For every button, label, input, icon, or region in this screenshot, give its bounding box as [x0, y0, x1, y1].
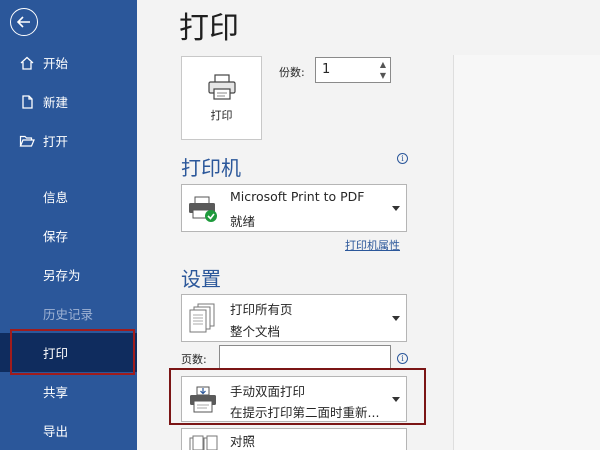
sidebar-item-share[interactable]: 共享: [0, 372, 137, 411]
print-button[interactable]: 打印: [181, 56, 262, 140]
printer-name: Microsoft Print to PDF: [230, 189, 365, 204]
duplex-line2: 在提示打印第二面时重新...: [230, 405, 380, 420]
copies-value[interactable]: 1: [322, 62, 330, 77]
sidebar-item-label: 开始: [43, 56, 69, 71]
settings-section-title: 设置: [181, 267, 221, 291]
manual-duplex-icon: [190, 386, 216, 413]
sidebar-item-history: 历史记录: [0, 294, 137, 333]
sidebar-item-open[interactable]: 打开: [0, 121, 137, 160]
chevron-down-icon: [392, 397, 400, 402]
home-icon: [18, 54, 36, 72]
pages-input[interactable]: [219, 345, 391, 370]
collate-icon: [189, 435, 218, 450]
sidebar-item-new[interactable]: 新建: [0, 82, 137, 121]
printer-properties-link[interactable]: 打印机属性: [345, 237, 400, 253]
printer-ready-icon: [189, 196, 217, 222]
all-pages-icon: [189, 303, 215, 333]
sidebar-item-print[interactable]: 打印: [0, 333, 137, 372]
duplex-dropdown[interactable]: 手动双面打印 在提示打印第二面时重新...: [181, 376, 407, 422]
print-panel: 打印 打印 份数: 1 ▲ ▼ 打印机 i Microsoft Print to…: [137, 0, 600, 450]
sidebar-item-label: 保存: [43, 229, 69, 244]
new-document-icon: [18, 93, 36, 111]
sidebar-item-label: 信息: [43, 190, 69, 205]
open-folder-icon: [18, 132, 36, 150]
sidebar-item-export[interactable]: 导出: [0, 411, 137, 450]
increment-icon[interactable]: ▲: [380, 61, 386, 69]
sidebar-item-label: 另存为: [43, 268, 81, 283]
sidebar-item-home[interactable]: 开始: [0, 43, 137, 82]
decrement-icon[interactable]: ▼: [380, 72, 386, 80]
sidebar-item-save[interactable]: 保存: [0, 216, 137, 255]
back-arrow-icon: [16, 16, 30, 28]
sidebar-item-label: 打开: [43, 134, 69, 149]
back-button[interactable]: [10, 8, 38, 36]
printer-section-title: 打印机: [181, 156, 241, 180]
copies-stepper[interactable]: 1 ▲ ▼: [315, 57, 391, 83]
info-icon[interactable]: i: [397, 353, 408, 364]
sidebar-item-label: 导出: [43, 424, 69, 439]
backstage-sidebar: 开始 新建 打开 信息 保存 另存为 历史记录 打印 共享 导出: [0, 0, 137, 450]
sidebar-item-label: 共享: [43, 385, 69, 400]
page-title: 打印: [179, 11, 239, 46]
sidebar-item-label: 新建: [43, 95, 69, 110]
sidebar-item-label: 打印: [43, 346, 69, 361]
chevron-down-icon: [392, 316, 400, 321]
chevron-down-icon: [392, 206, 400, 211]
range-line2: 整个文档: [230, 324, 281, 339]
range-line1: 打印所有页: [230, 302, 293, 317]
print-button-label: 打印: [210, 109, 233, 122]
pages-label: 页数:: [181, 353, 207, 366]
collate-line1: 对照: [230, 434, 256, 449]
copies-label: 份数:: [279, 66, 305, 79]
collate-dropdown[interactable]: 对照: [181, 428, 407, 450]
duplex-line1: 手动双面打印: [230, 384, 306, 399]
print-range-dropdown[interactable]: 打印所有页 整个文档: [181, 294, 407, 342]
sidebar-item-save-as[interactable]: 另存为: [0, 255, 137, 294]
printer-dropdown[interactable]: Microsoft Print to PDF 就绪: [181, 184, 407, 232]
printer-status: 就绪: [230, 214, 256, 229]
info-icon[interactable]: i: [397, 153, 408, 164]
sidebar-item-info[interactable]: 信息: [0, 177, 137, 216]
print-preview-area: [453, 55, 600, 450]
printer-icon: [207, 74, 236, 100]
sidebar-item-label: 历史记录: [43, 307, 94, 322]
